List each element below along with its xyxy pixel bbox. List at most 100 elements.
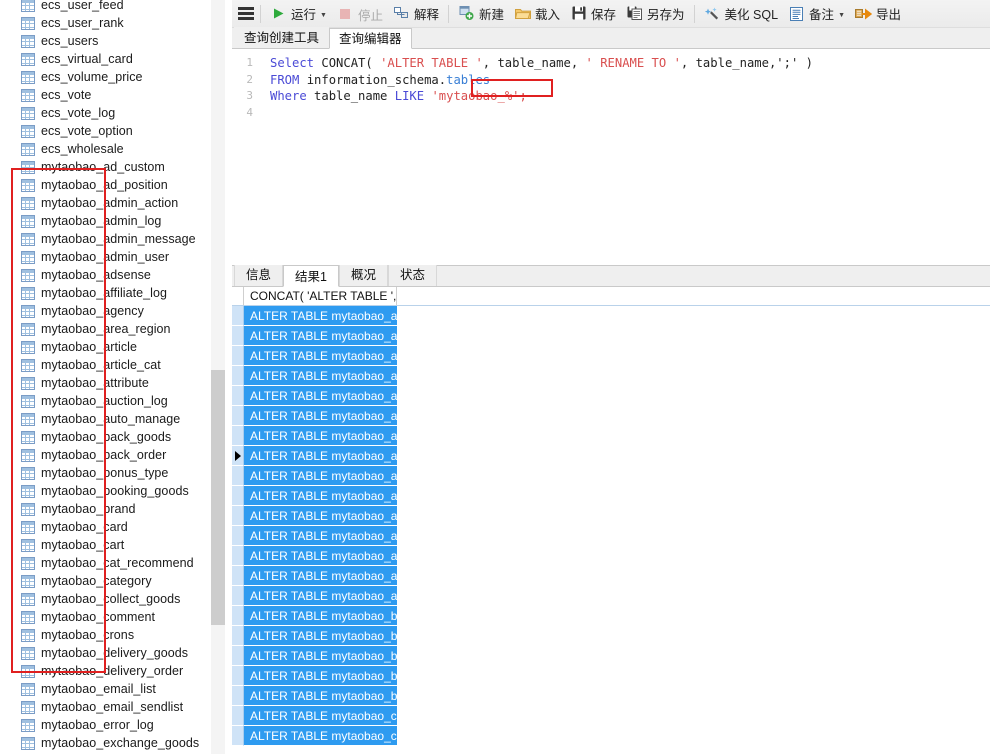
result-cell[interactable]: ALTER TABLE mytaobao_auto_manage RENAME … [244, 586, 397, 606]
table-row[interactable]: ALTER TABLE mytaobao_ad_position RENAME … [232, 326, 990, 346]
tree-item[interactable]: mytaobao_agency [0, 302, 213, 320]
row-header-cell[interactable] [232, 306, 244, 326]
result-cell[interactable]: ALTER TABLE mytaobao_affiliate_log RENAM… [244, 446, 397, 466]
tree-item[interactable]: mytaobao_article_cat [0, 356, 213, 374]
toolbar-button-save-as[interactable]: 另存为 [621, 1, 690, 25]
tree-item[interactable]: mytaobao_booking_goods [0, 482, 213, 500]
tree-item[interactable]: mytaobao_crons [0, 626, 213, 644]
sql-code-text[interactable]: Select CONCAT( 'ALTER TABLE ', table_nam… [258, 49, 990, 265]
tree-item[interactable]: ecs_user_feed [0, 0, 213, 14]
result-cell[interactable]: ALTER TABLE mytaobao_admin_log RENAME TO… [244, 366, 397, 386]
tree-item[interactable]: mytaobao_email_list [0, 680, 213, 698]
row-header-cell[interactable] [232, 546, 244, 566]
tree-item[interactable]: ecs_wholesale [0, 140, 213, 158]
row-header-cell[interactable] [232, 726, 244, 746]
result-cell[interactable]: ALTER TABLE mytaobao_attribute RENAME TO… [244, 546, 397, 566]
row-header-cell[interactable] [232, 406, 244, 426]
result-cell[interactable]: ALTER TABLE mytaobao_admin_action RENAME… [244, 346, 397, 366]
table-row[interactable]: ALTER TABLE mytaobao_affiliate_log RENAM… [232, 446, 990, 466]
toolbar-button-explain[interactable]: 解释 [388, 1, 444, 25]
result-cell[interactable]: ALTER TABLE mytaobao_admin_user RENAME T… [244, 406, 397, 426]
result-cell[interactable]: ALTER TABLE mytaobao_ad_custom RENAME TO… [244, 306, 397, 326]
toolbar-button-open-folder[interactable]: 载入 [509, 2, 565, 26]
result-cell[interactable]: ALTER TABLE mytaobao_ad_position RENAME … [244, 326, 397, 346]
table-row[interactable]: ALTER TABLE mytaobao_admin_message RENAM… [232, 386, 990, 406]
sidebar-scrollbar[interactable] [211, 0, 225, 754]
result-cell[interactable]: ALTER TABLE mytaobao_card RENAME TO myta… [244, 706, 397, 726]
tree-item[interactable]: mytaobao_admin_user [0, 248, 213, 266]
row-header-cell[interactable] [232, 586, 244, 606]
row-header-cell[interactable] [232, 366, 244, 386]
tab-query-editor[interactable]: 查询编辑器 [329, 28, 412, 49]
tree-item[interactable]: mytaobao_auto_manage [0, 410, 213, 428]
row-header-cell[interactable] [232, 686, 244, 706]
table-row[interactable]: ALTER TABLE mytaobao_back_goods RENAME T… [232, 606, 990, 626]
result-cell[interactable]: ALTER TABLE mytaobao_agency RENAME TO my… [244, 466, 397, 486]
toolbar-button-new-query[interactable]: 新建 [453, 1, 509, 25]
table-row[interactable]: ALTER TABLE mytaobao_admin_action RENAME… [232, 346, 990, 366]
tree-item[interactable]: mytaobao_article [0, 338, 213, 356]
tree-item[interactable]: ecs_vote_option [0, 122, 213, 140]
tree-item[interactable]: mytaobao_ad_custom [0, 158, 213, 176]
row-header-cell[interactable] [232, 526, 244, 546]
table-row[interactable]: ALTER TABLE mytaobao_article RENAME TO m… [232, 506, 990, 526]
tab-result-1[interactable]: 结果1 [283, 265, 339, 287]
table-row[interactable]: ALTER TABLE mytaobao_auto_manage RENAME … [232, 586, 990, 606]
tab-profile[interactable]: 概况 [338, 264, 388, 286]
result-tab-bar[interactable]: 信息 结果1 概况 状态 [232, 264, 990, 287]
row-header-cell[interactable] [232, 706, 244, 726]
table-row[interactable]: ALTER TABLE mytaobao_article_cat RENAME … [232, 526, 990, 546]
toolbar-button-beautify-sql[interactable]: 美化 SQL [699, 2, 784, 26]
result-cell[interactable]: ALTER TABLE mytaobao_brand RENAME TO myt… [244, 686, 397, 706]
table-row[interactable]: ALTER TABLE mytaobao_agency RENAME TO my… [232, 466, 990, 486]
row-header-cell[interactable] [232, 566, 244, 586]
tree-item[interactable]: ecs_vote_log [0, 104, 213, 122]
table-row[interactable]: ALTER TABLE mytaobao_card RENAME TO myta… [232, 706, 990, 726]
table-row[interactable]: ALTER TABLE mytaobao_ad_custom RENAME TO… [232, 306, 990, 326]
row-header-cell[interactable] [232, 346, 244, 366]
result-cell[interactable]: ALTER TABLE mytaobao_booking_goods RENAM… [244, 666, 397, 686]
row-header-cell[interactable] [232, 386, 244, 406]
tree-item[interactable]: mytaobao_cart [0, 536, 213, 554]
table-row[interactable]: ALTER TABLE mytaobao_attribute RENAME TO… [232, 546, 990, 566]
table-row[interactable]: ALTER TABLE mytaobao_area_region RENAME … [232, 486, 990, 506]
tree-item[interactable]: mytaobao_back_order [0, 446, 213, 464]
tree-item[interactable]: ecs_user_rank [0, 14, 213, 32]
tree-item[interactable]: mytaobao_cat_recommend [0, 554, 213, 572]
row-header-cell[interactable] [232, 506, 244, 526]
result-cell[interactable]: ALTER TABLE mytaobao_cart RENAME TO myta… [244, 726, 397, 746]
tree-item[interactable]: mytaobao_bonus_type [0, 464, 213, 482]
row-header-cell[interactable] [232, 466, 244, 486]
table-list[interactable]: ecs_user_feed ecs_user_rank ecs_users ecs_v… [0, 0, 213, 752]
tree-item[interactable]: mytaobao_ad_position [0, 176, 213, 194]
row-header-cell[interactable] [232, 626, 244, 646]
tree-item[interactable]: mytaobao_adsense [0, 266, 213, 284]
hamburger-menu-icon[interactable] [238, 7, 254, 20]
tab-info[interactable]: 信息 [234, 264, 284, 286]
row-header-cell[interactable] [232, 326, 244, 346]
tree-item[interactable]: ecs_volume_price [0, 68, 213, 86]
result-cell[interactable]: ALTER TABLE mytaobao_admin_message RENAM… [244, 386, 397, 406]
table-row[interactable]: ALTER TABLE mytaobao_bonus_type RENAME T… [232, 646, 990, 666]
tree-item[interactable]: ecs_virtual_card [0, 50, 213, 68]
chevron-down-icon[interactable]: ▼ [838, 12, 845, 19]
tree-item[interactable]: mytaobao_admin_log [0, 212, 213, 230]
toolbar-button-export-arrow[interactable]: 导出 [850, 2, 906, 26]
tree-item[interactable]: mytaobao_exchange_goods [0, 734, 213, 752]
result-grid-body[interactable]: ALTER TABLE mytaobao_ad_custom RENAME TO… [232, 306, 990, 754]
tree-item[interactable]: mytaobao_email_sendlist [0, 698, 213, 716]
sql-code-editor[interactable]: 1 2 3 4 Select CONCAT( 'ALTER TABLE ', t… [232, 49, 990, 265]
toolbar-button-comment[interactable]: 备注 ▼ [783, 2, 850, 26]
tree-item[interactable]: mytaobao_delivery_goods [0, 644, 213, 662]
tree-item[interactable]: mytaobao_comment [0, 608, 213, 626]
tree-item[interactable]: mytaobao_auction_log [0, 392, 213, 410]
editor-tab-bar[interactable]: 查询创建工具 查询编辑器 [232, 27, 990, 49]
result-cell[interactable]: ALTER TABLE mytaobao_article_cat RENAME … [244, 526, 397, 546]
result-cell[interactable]: ALTER TABLE mytaobao_back_goods RENAME T… [244, 606, 397, 626]
tab-status[interactable]: 状态 [387, 264, 437, 286]
row-header-cell[interactable] [232, 606, 244, 626]
tree-item[interactable]: mytaobao_brand [0, 500, 213, 518]
row-header-cell[interactable] [232, 446, 244, 466]
sidebar-scrollbar-thumb[interactable] [211, 370, 225, 625]
tree-item[interactable]: mytaobao_back_goods [0, 428, 213, 446]
